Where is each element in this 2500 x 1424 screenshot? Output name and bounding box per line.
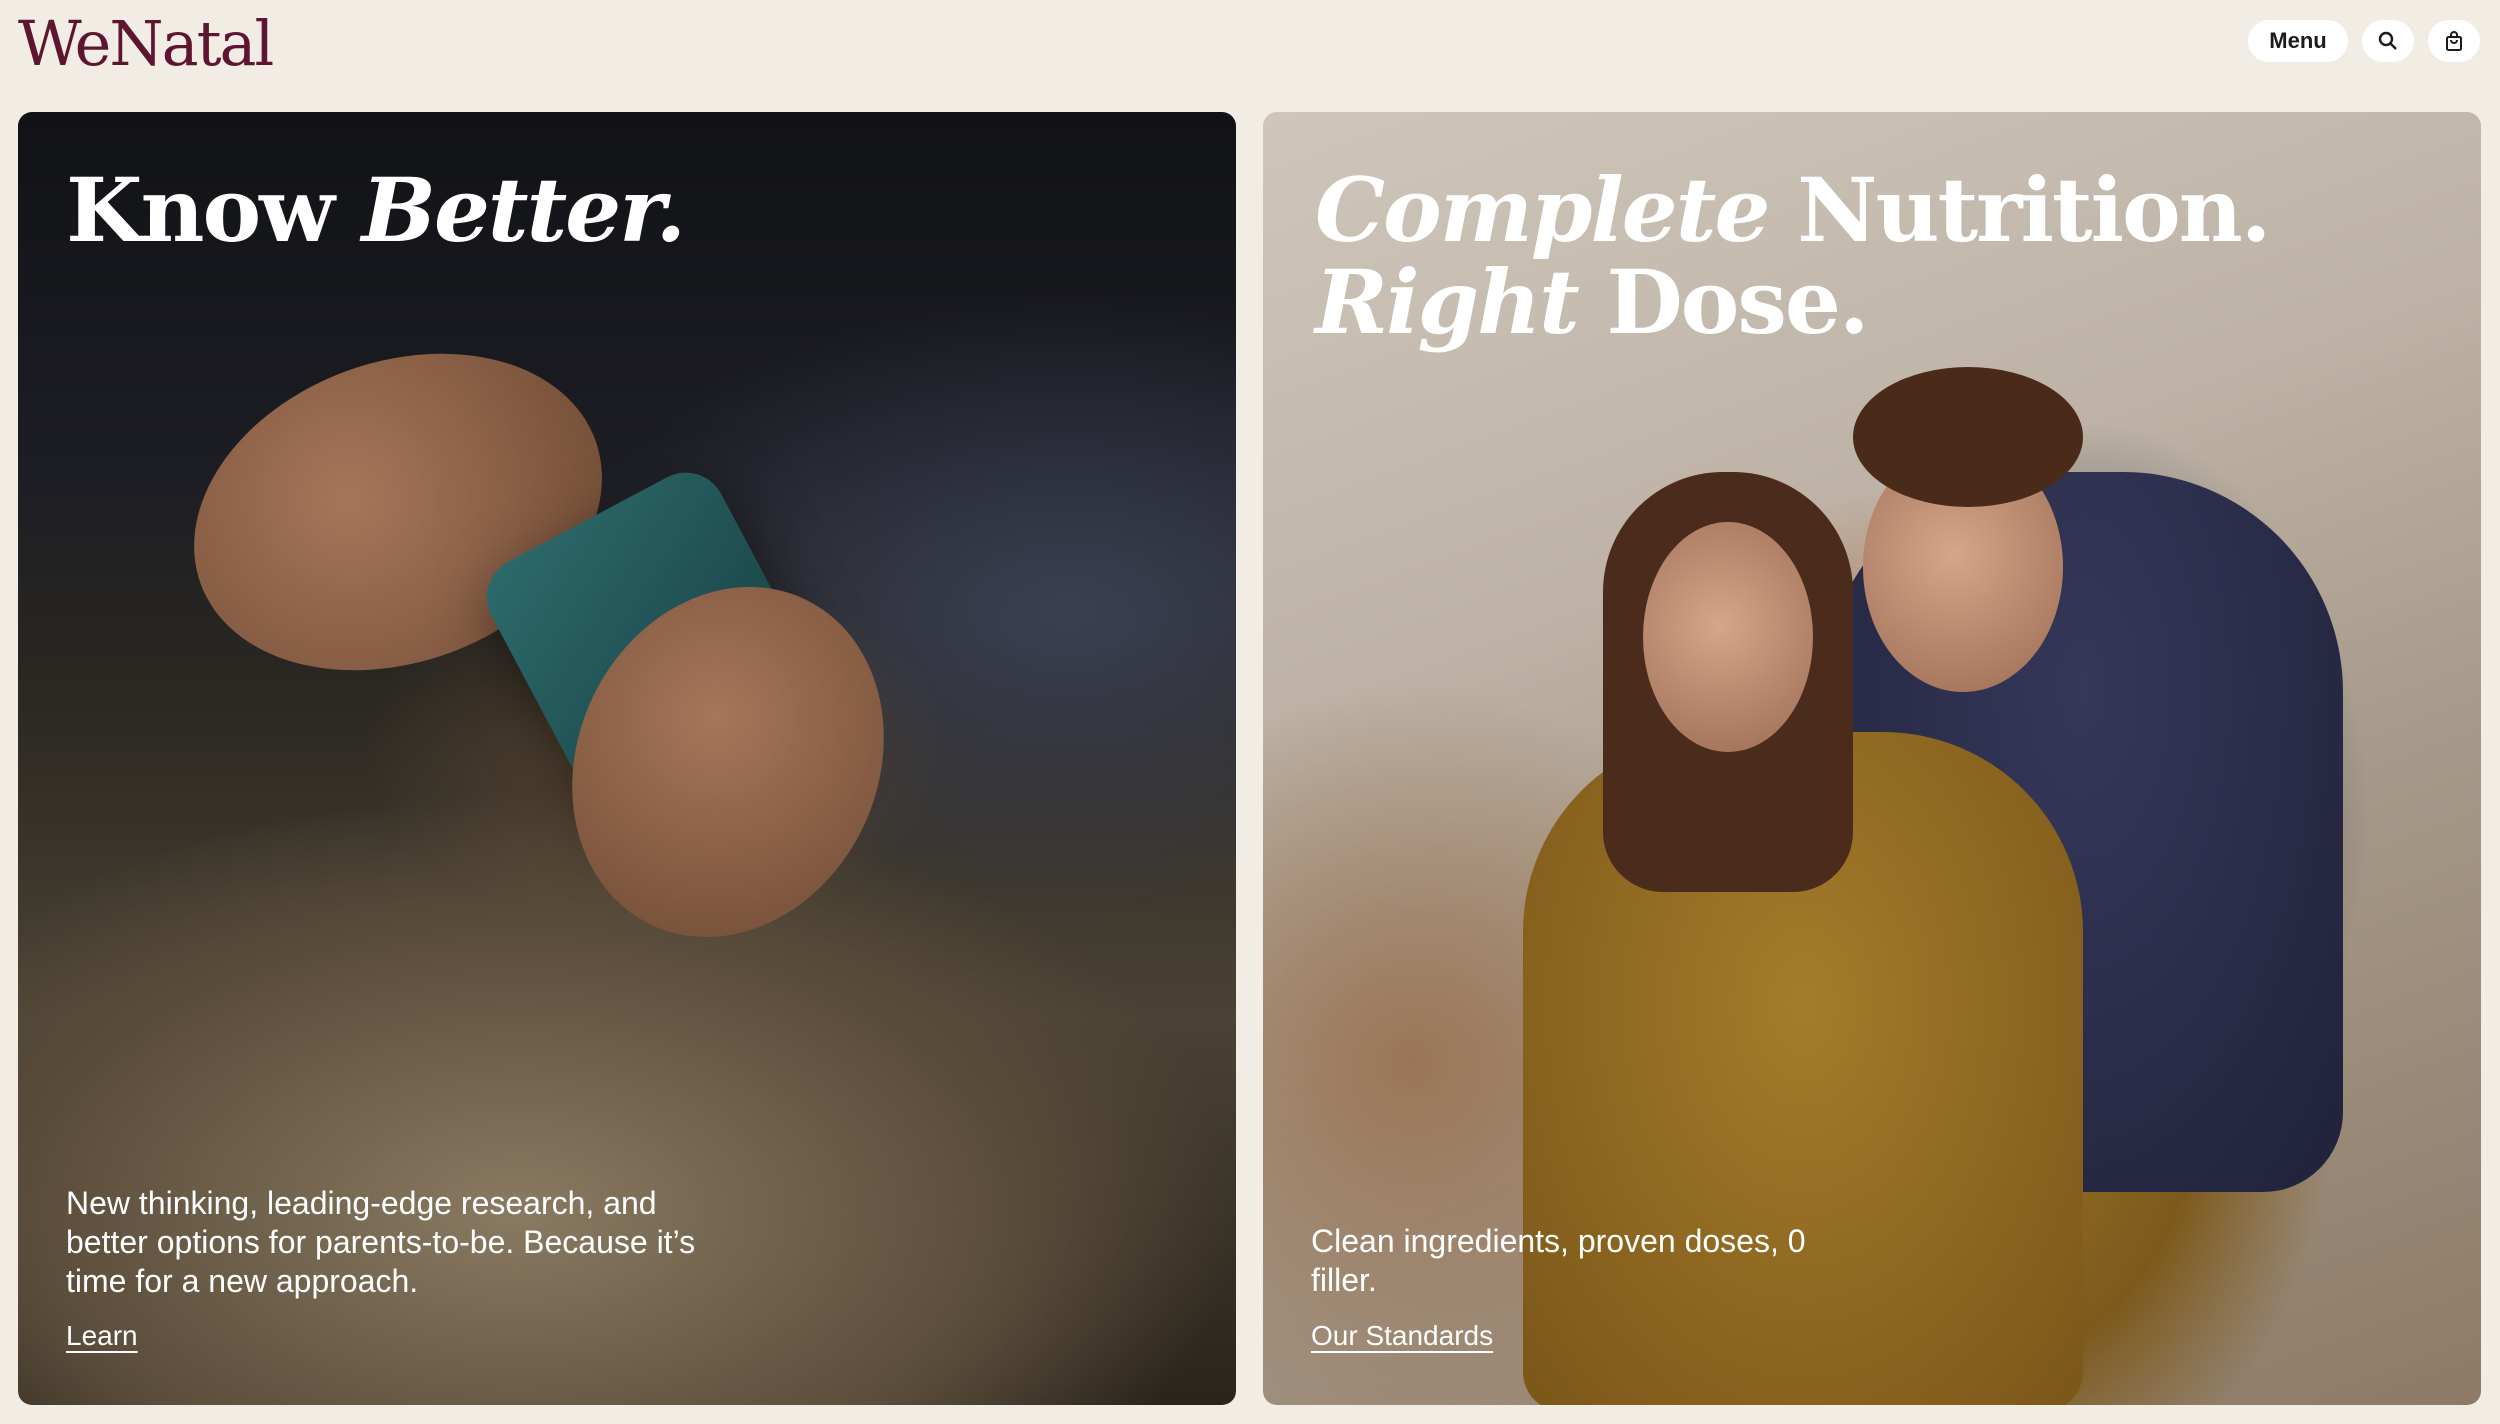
headline-italic: Better.	[361, 158, 687, 262]
cart-button[interactable]	[2428, 20, 2480, 62]
search-button[interactable]	[2362, 20, 2414, 62]
our-standards-link[interactable]: Our Standards	[1311, 1320, 1493, 1352]
hero-description: New thinking, leading-edge research, and…	[66, 1185, 696, 1299]
learn-link[interactable]: Learn	[66, 1320, 138, 1352]
wenatal-logo[interactable]: WeNatal	[18, 8, 274, 80]
headline-regular: Know	[66, 158, 362, 262]
hero-headline: Complete Nutrition. Right Dose.	[1315, 164, 2271, 348]
woman-head	[1643, 522, 1813, 752]
hero-description: Clean ingredients, proven doses, 0 fille…	[1311, 1223, 1806, 1298]
headline-regular: Dose.	[1577, 250, 1869, 354]
headline-italic: Right	[1315, 250, 1580, 354]
headline-italic: Complete	[1315, 158, 1770, 262]
shopping-bag-icon	[2446, 31, 2462, 51]
hero-headline: Know Better.	[66, 164, 686, 256]
site-header: WeNatal Menu	[0, 0, 2500, 112]
menu-button[interactable]: Menu	[2248, 20, 2348, 62]
hero-card-complete-nutrition[interactable]: Complete Nutrition. Right Dose. Clean ing…	[1263, 112, 2481, 1405]
search-icon	[2378, 31, 2397, 50]
hero-card-know-better[interactable]: WeNatal Know Better. New thinking, leadi…	[18, 112, 1236, 1405]
man-hair	[1853, 367, 2083, 507]
header-nav: Menu	[2248, 20, 2480, 62]
headline-regular: Nutrition.	[1768, 158, 2271, 262]
